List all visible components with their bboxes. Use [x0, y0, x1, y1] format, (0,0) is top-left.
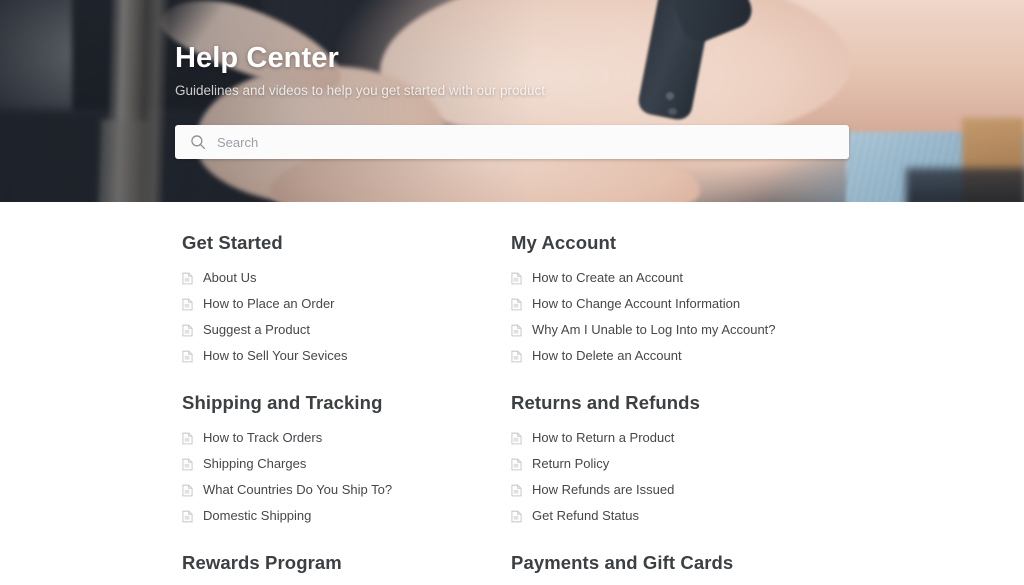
document-icon — [511, 272, 522, 284]
page-title: Help Center — [175, 42, 339, 74]
topic-link-row[interactable]: Return Policy — [504, 451, 849, 477]
topic-link-row[interactable]: Get Refund Status — [504, 503, 849, 529]
document-icon — [182, 484, 193, 496]
topic-link-list: How to Create an Account How to Change A… — [504, 265, 849, 369]
topic-link-label[interactable]: How to Place an Order — [203, 295, 335, 313]
document-icon — [182, 432, 193, 444]
document-icon — [182, 510, 193, 522]
topic-link-label[interactable]: About Us — [203, 269, 256, 287]
topic-section-title: Rewards Program — [182, 552, 342, 573]
topic-link-row[interactable]: How to Create an Account — [504, 265, 849, 291]
topic-link-label[interactable]: Why Am I Unable to Log Into my Account? — [532, 321, 776, 339]
topic-link-row[interactable]: How to Place an Order — [175, 291, 504, 317]
topic-link-label[interactable]: How to Delete an Account — [532, 347, 682, 365]
topic-section-title: Get Started — [182, 232, 283, 253]
document-icon — [511, 324, 522, 336]
topic-link-label[interactable]: Shipping Charges — [203, 455, 306, 473]
topic-section-1: My Account How to Create an Account How … — [504, 231, 849, 391]
topic-link-row[interactable]: What Countries Do You Ship To? — [175, 477, 504, 503]
topic-section-title: My Account — [511, 232, 617, 253]
topic-link-row[interactable]: How to Delete an Account — [504, 343, 849, 369]
topic-link-label[interactable]: How to Sell Your Sevices — [203, 347, 348, 365]
topic-link-label[interactable]: Suggest a Product — [203, 321, 310, 339]
document-icon — [511, 484, 522, 496]
topic-link-list: About Us How to Place an Order Suggest a… — [175, 265, 504, 369]
topic-link-label[interactable]: Get Refund Status — [532, 507, 639, 525]
topic-link-label[interactable]: Return Policy — [532, 455, 609, 473]
hero-content: Help Center Guidelines and videos to hel… — [175, 0, 849, 202]
topic-link-row[interactable]: How Refunds are Issued — [504, 477, 849, 503]
topic-section-2: Shipping and Tracking How to Track Order… — [175, 391, 504, 551]
search-icon — [191, 135, 206, 150]
topic-link-label[interactable]: How to Track Orders — [203, 429, 322, 447]
document-icon — [182, 272, 193, 284]
topic-link-row[interactable]: How to Return a Product — [504, 425, 849, 451]
topic-section-title: Returns and Refunds — [511, 392, 700, 413]
topic-link-row[interactable]: How to Sell Your Sevices — [175, 343, 504, 369]
document-icon — [182, 458, 193, 470]
document-icon — [511, 298, 522, 310]
topic-link-list: How to Track Orders Shipping Charges Wha… — [175, 425, 504, 529]
topic-link-row[interactable]: About Us — [175, 265, 504, 291]
topic-link-row[interactable]: How to Track Orders — [175, 425, 504, 451]
topic-section-title: Shipping and Tracking — [182, 392, 383, 413]
topic-section-0: Get Started About Us How to Place an Ord… — [175, 231, 504, 391]
topic-link-row[interactable]: Suggest a Product — [175, 317, 504, 343]
document-icon — [511, 432, 522, 444]
search-bar[interactable] — [175, 125, 849, 159]
topic-link-label[interactable]: How to Create an Account — [532, 269, 683, 287]
document-icon — [511, 510, 522, 522]
topic-section-3: Returns and Refunds How to Return a Prod… — [504, 391, 849, 551]
topic-link-label[interactable]: How to Return a Product — [532, 429, 674, 447]
document-icon — [182, 298, 193, 310]
topic-grid: Get Started About Us How to Place an Ord… — [175, 231, 849, 585]
topic-link-row[interactable]: How to Change Account Information — [504, 291, 849, 317]
hero-banner: Help Center Guidelines and videos to hel… — [0, 0, 1024, 202]
topic-link-label[interactable]: How to Change Account Information — [532, 295, 740, 313]
topic-link-label[interactable]: What Countries Do You Ship To? — [203, 481, 392, 499]
topic-link-row[interactable]: Domestic Shipping — [175, 503, 504, 529]
page-subtitle: Guidelines and videos to help you get st… — [175, 83, 545, 98]
topic-link-list: How to Return a Product Return Policy Ho… — [504, 425, 849, 529]
document-icon — [182, 324, 193, 336]
document-icon — [511, 350, 522, 362]
document-icon — [511, 458, 522, 470]
topic-link-row[interactable]: Why Am I Unable to Log Into my Account? — [504, 317, 849, 343]
topic-link-label[interactable]: Domestic Shipping — [203, 507, 311, 525]
topic-link-row[interactable]: Shipping Charges — [175, 451, 504, 477]
search-input[interactable] — [217, 125, 849, 159]
document-icon — [182, 350, 193, 362]
topic-section-title: Payments and Gift Cards — [511, 552, 734, 573]
topic-link-label[interactable]: How Refunds are Issued — [532, 481, 674, 499]
help-topics-section: Get Started About Us How to Place an Ord… — [0, 202, 1024, 585]
topic-section-4: Rewards Program — [175, 551, 504, 585]
topic-section-5: Payments and Gift Cards — [504, 551, 849, 585]
